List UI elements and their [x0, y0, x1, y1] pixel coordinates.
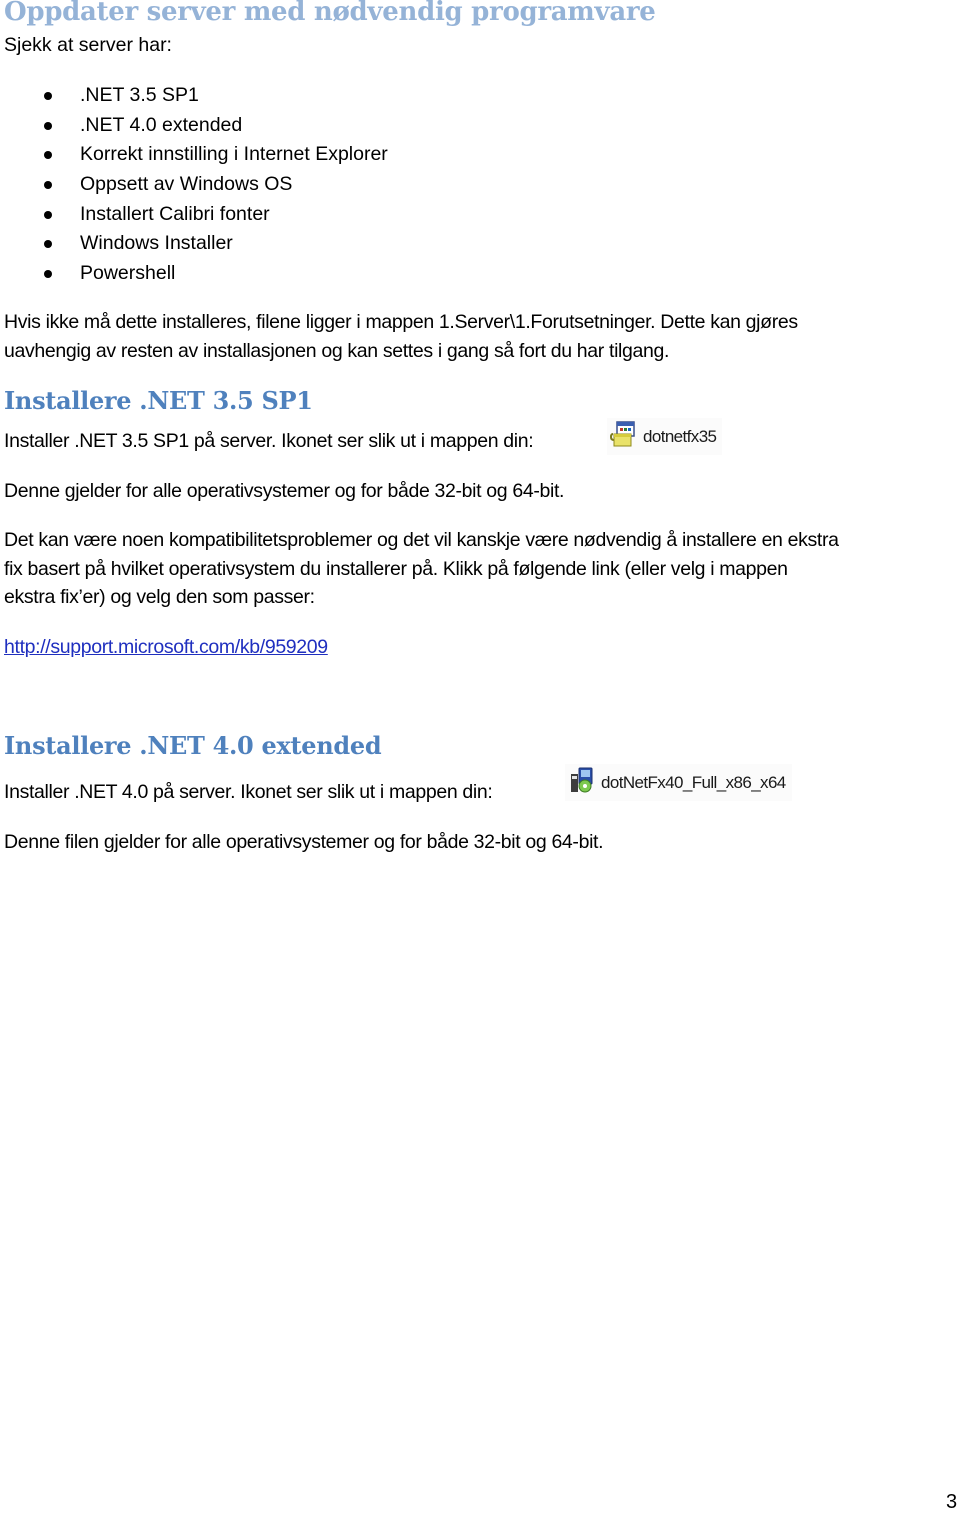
bullet-icon [44, 181, 52, 190]
section-heading-net35: Installere .NET 3.5 SP1 [4, 386, 313, 415]
checklist-item: .NET 3.5 SP1 [0, 81, 388, 111]
checklist-item-label: Oppsett av Windows OS [80, 173, 293, 196]
compatibility-note-line: Det kan være noen kompatibilitetsproblem… [4, 529, 839, 551]
checklist-item-label: Installert Calibri fonter [80, 202, 270, 225]
page-number: 3 [946, 1491, 958, 1513]
net40-instruction: Installer .NET 4.0 på server. Ikonet ser… [4, 781, 493, 803]
bullet-icon [44, 121, 52, 130]
section-heading-net40: Installere .NET 4.0 extended [4, 731, 382, 760]
bullet-icon [44, 270, 52, 279]
net35-instruction: Installer .NET 3.5 SP1 på server. Ikonet… [4, 430, 534, 452]
checklist-item-label: Korrekt innstilling i Internet Explorer [80, 143, 388, 166]
checklist-item: Installert Calibri fonter [0, 200, 388, 230]
bullet-icon [44, 240, 52, 249]
checklist-intro: Sjekk at server har: [4, 34, 172, 56]
file-name-label: dotnetfx35 [643, 426, 717, 446]
checklist-item: Powershell [0, 259, 388, 289]
compatibility-note-line: ekstra fix’er) og velg den som passer: [4, 586, 315, 608]
net40-applies-to: Denne filen gjelder for alle operativsys… [4, 831, 604, 853]
bullet-icon [44, 92, 52, 100]
compatibility-note-line: fix basert på hvilket operativsystem du … [4, 558, 788, 580]
page-heading: Oppdater server med nødvendig programvar… [4, 0, 656, 27]
installer-package-icon [609, 420, 637, 453]
prerequisite-note-line: uavhengig av resten av installasjonen og… [4, 340, 670, 362]
file-dotnetfx35: dotnetfx35 [607, 418, 723, 455]
checklist-item: Korrekt innstilling i Internet Explorer [0, 140, 388, 170]
checklist-item-label: Windows Installer [80, 232, 233, 255]
checklist-item-label: .NET 3.5 SP1 [80, 84, 199, 106]
checklist-item-label: Powershell [80, 262, 176, 285]
prerequisite-checklist: .NET 3.5 SP1 .NET 4.0 extended Korrekt i… [0, 81, 388, 289]
net35-applies-to: Denne gjelder for alle operativsystemer … [4, 480, 565, 502]
file-dotnetfx40: dotNetFx40_Full_x86_x64 [565, 764, 792, 801]
file-name-label: dotNetFx40_Full_x86_x64 [601, 772, 786, 792]
bullet-icon [44, 151, 52, 160]
checklist-item: .NET 4.0 extended [0, 111, 388, 141]
microsoft-kb-link[interactable]: http://support.microsoft.com/kb/959209 [4, 633, 328, 662]
checklist-item: Oppsett av Windows OS [0, 170, 388, 200]
setup-program-icon [567, 766, 595, 799]
checklist-item-label: .NET 4.0 extended [80, 113, 243, 136]
checklist-item: Windows Installer [0, 229, 388, 259]
prerequisite-note-line: Hvis ikke må dette installeres, filene l… [4, 311, 798, 333]
bullet-icon [44, 210, 52, 219]
